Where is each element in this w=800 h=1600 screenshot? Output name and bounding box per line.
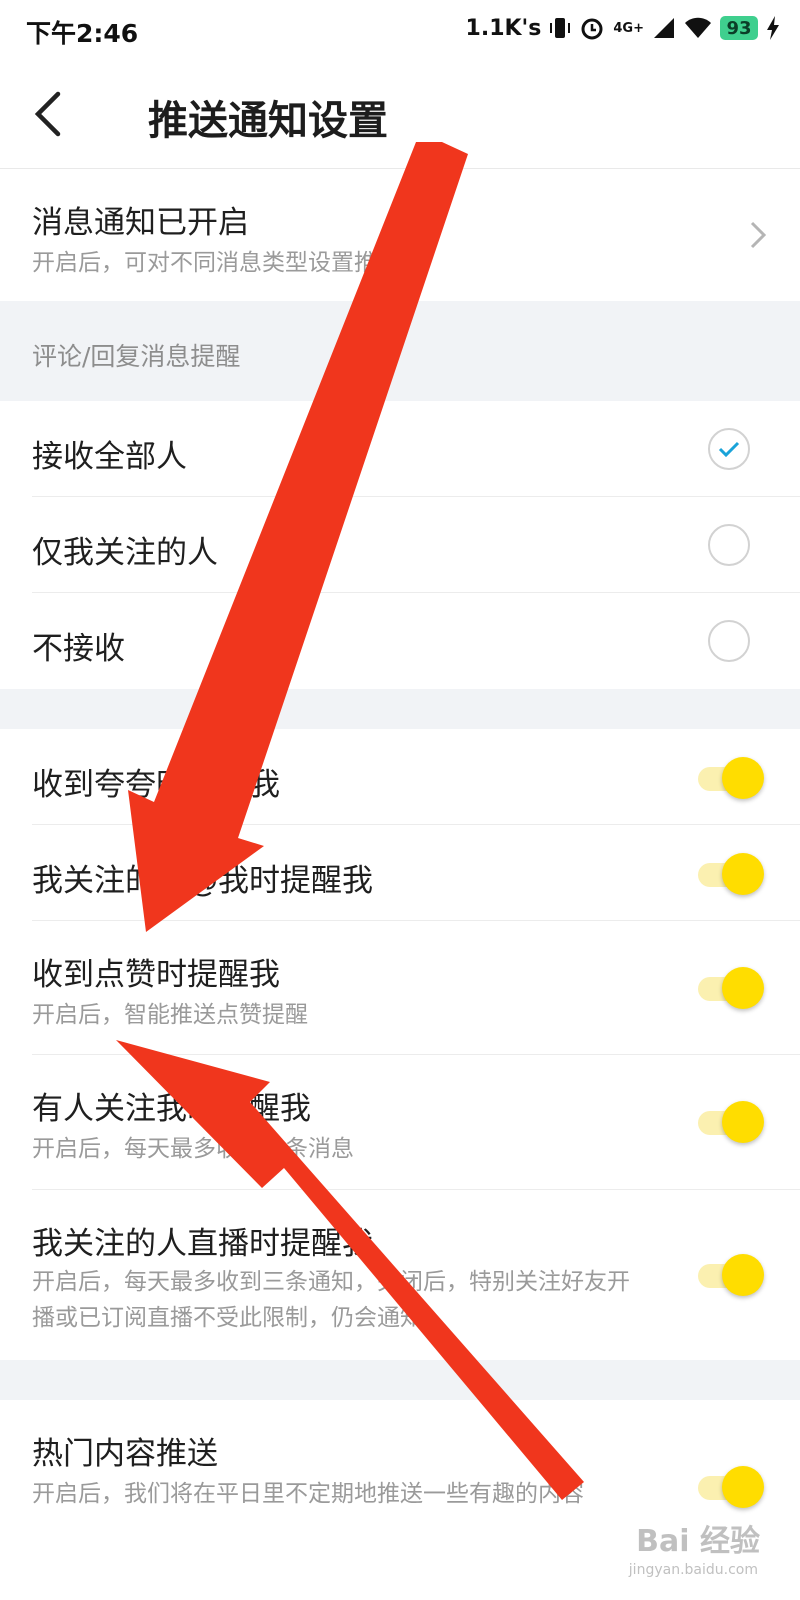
toggle-row-desc: 开启后，每天最多收到三条通知，关闭后，特别关注好友开播或已订阅直播不受此限制，仍… <box>32 1269 630 1331</box>
section-gap <box>0 689 800 729</box>
toggle-switch[interactable] <box>698 1466 764 1508</box>
toggle-switch[interactable] <box>698 853 764 895</box>
toggle-row-likes: 收到点赞时提醒我 开启后，智能推送点赞提醒 <box>0 921 800 1055</box>
toggle-row-title: 我关注的人直播时提醒我 <box>32 1226 373 1262</box>
radio-unchecked[interactable] <box>708 524 750 566</box>
watermark-sub: jingyan.baidu.com <box>628 1562 758 1578</box>
checkmark-icon <box>718 441 740 458</box>
network-type: 4G+ <box>613 20 644 36</box>
option-receive-all[interactable]: 接收全部人 <box>0 401 800 497</box>
vibrate-icon <box>550 18 571 38</box>
radio-checked[interactable] <box>708 428 750 470</box>
toggle-switch[interactable] <box>698 757 764 799</box>
radio-unchecked[interactable] <box>708 620 750 662</box>
alarm-icon <box>581 18 603 40</box>
page-title: 推送通知设置 <box>148 98 388 144</box>
back-arrow-icon[interactable] <box>30 86 70 142</box>
toggle-row-praise: 收到夸夸时提醒我 <box>0 729 800 825</box>
net-speed: 1.1K's <box>465 15 542 41</box>
notify-settings-row[interactable]: 消息通知已开启 开启后，可对不同消息类型设置推送 <box>0 169 800 301</box>
option-none[interactable]: 不接收 <box>0 593 800 689</box>
toggle-row-title: 收到夸夸时提醒我 <box>32 767 280 803</box>
status-time: 下午2:46 <box>26 19 139 48</box>
hot-desc: 开启后，我们将在平日里不定期地推送一些有趣的内容 <box>32 1481 584 1507</box>
status-bar: 下午2:46 1.1K's 4G+ 93 <box>0 0 800 56</box>
toggle-row-title: 有人关注我时提醒我 <box>32 1091 311 1127</box>
toggle-row-title: 我关注的人@我时提醒我 <box>32 863 373 899</box>
charging-icon <box>767 16 779 40</box>
toggle-row-mention: 我关注的人@我时提醒我 <box>0 825 800 921</box>
battery-icon: 93 <box>720 16 758 40</box>
toggle-row-title: 收到点赞时提醒我 <box>32 957 280 993</box>
status-icons: 1.1K's 4G+ 93 <box>466 12 780 44</box>
watermark: Bai 经验 <box>636 1524 760 1559</box>
option-label: 仅我关注的人 <box>32 535 218 571</box>
option-label: 不接收 <box>32 631 125 667</box>
app-header: 推送通知设置 <box>0 56 800 168</box>
toggle-switch[interactable] <box>698 967 764 1009</box>
option-followed-only[interactable]: 仅我关注的人 <box>0 497 800 593</box>
comment-section-label: 评论/回复消息提醒 <box>32 342 241 371</box>
toggle-switch[interactable] <box>698 1101 764 1143</box>
toggle-row-live: 我关注的人直播时提醒我 开启后，每天最多收到三条通知，关闭后，特别关注好友开播或… <box>0 1190 800 1360</box>
toggle-row-desc: 开启后，每天最多收到三条消息 <box>32 1136 354 1162</box>
toggle-row-desc: 开启后，智能推送点赞提醒 <box>32 1002 308 1028</box>
option-label: 接收全部人 <box>32 439 187 475</box>
signal-icon <box>654 18 674 38</box>
section-gap <box>0 1360 800 1400</box>
notify-desc: 开启后，可对不同消息类型设置推送 <box>32 250 400 276</box>
wifi-icon <box>685 17 711 38</box>
toggle-row-follow: 有人关注我时提醒我 开启后，每天最多收到三条消息 <box>0 1055 800 1189</box>
chevron-right-icon <box>750 221 766 249</box>
notify-title: 消息通知已开启 <box>32 205 249 241</box>
hot-title: 热门内容推送 <box>32 1436 218 1472</box>
comment-section-header: 评论/回复消息提醒 <box>0 301 800 401</box>
toggle-switch[interactable] <box>698 1254 764 1296</box>
